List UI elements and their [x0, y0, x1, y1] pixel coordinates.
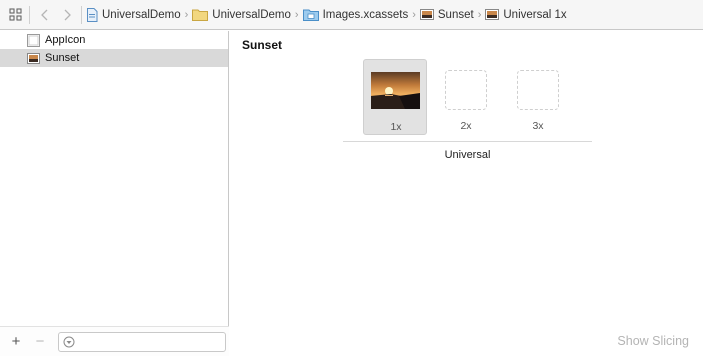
toolbar-separator	[81, 5, 82, 24]
nav-item-appicon[interactable]: AppIcon	[0, 31, 228, 49]
slot-scale-label: 2x	[460, 120, 472, 132]
navigator-footer: + −	[0, 326, 229, 356]
nav-item-sunset[interactable]: Sunset	[0, 49, 228, 67]
chevron-left-icon	[41, 9, 48, 20]
image-set-icon	[419, 9, 434, 20]
image-set-icon	[485, 9, 500, 20]
breadcrumb-chevron-icon: ›	[184, 8, 189, 21]
breadcrumb-project[interactable]: UniversalDemo	[86, 0, 181, 30]
nav-item-label: AppIcon	[45, 34, 86, 46]
breadcrumb-label: UniversalDemo	[212, 8, 291, 21]
jump-bar: UniversalDemo › UniversalDemo › Images.x…	[0, 0, 703, 30]
breadcrumb-label: UniversalDemo	[102, 8, 181, 21]
asset-catalog-icon	[302, 8, 319, 21]
breadcrumb-image-set[interactable]: Sunset	[419, 0, 474, 30]
filter-icon	[63, 336, 75, 348]
chevron-right-icon	[64, 9, 71, 20]
empty-image-well[interactable]	[517, 70, 559, 110]
asset-navigator: AppIcon Sunset + −	[0, 31, 229, 356]
breadcrumb-label: Universal 1x	[503, 8, 567, 21]
breadcrumb-label: Sunset	[437, 8, 474, 21]
add-asset-button[interactable]: +	[8, 333, 24, 350]
breadcrumb-chevron-icon: ›	[477, 8, 482, 21]
project-file-icon	[86, 7, 98, 22]
slot-2x[interactable]: 2x	[434, 59, 498, 135]
slot-1x[interactable]: 1x	[363, 59, 427, 135]
idiom-divider	[343, 141, 592, 142]
nav-item-label: Sunset	[45, 52, 80, 64]
image-set-icon	[27, 52, 40, 64]
related-items-grid-icon[interactable]	[4, 4, 26, 26]
breadcrumb-slot[interactable]: Universal 1x	[485, 0, 567, 30]
empty-image-well[interactable]	[445, 70, 487, 110]
image-set-title: Sunset	[242, 38, 283, 52]
slot-scale-label: 1x	[390, 121, 402, 133]
breadcrumb-chevron-icon: ›	[294, 8, 299, 21]
slot-3x[interactable]: 3x	[506, 59, 570, 135]
asset-editor: Sunset 1x 2x 3x Universal Show Slicing	[230, 31, 703, 356]
folder-icon	[192, 8, 209, 21]
slot-scale-label: 3x	[532, 120, 544, 132]
filter-field[interactable]	[58, 331, 226, 352]
sunset-thumbnail[interactable]	[371, 72, 420, 109]
remove-asset-button[interactable]: −	[32, 333, 48, 350]
idiom-label: Universal	[444, 149, 491, 161]
breadcrumb-label: Images.xcassets	[322, 8, 409, 21]
forward-button[interactable]	[56, 4, 78, 26]
show-slicing-button[interactable]: Show Slicing	[617, 334, 689, 348]
breadcrumb-asset-catalog[interactable]: Images.xcassets	[302, 0, 409, 30]
breadcrumb-group[interactable]: UniversalDemo	[192, 0, 291, 30]
toolbar-separator	[29, 5, 30, 24]
app-icon-set-icon	[27, 33, 40, 47]
breadcrumb-chevron-icon: ›	[412, 8, 416, 21]
back-button[interactable]	[34, 4, 56, 26]
